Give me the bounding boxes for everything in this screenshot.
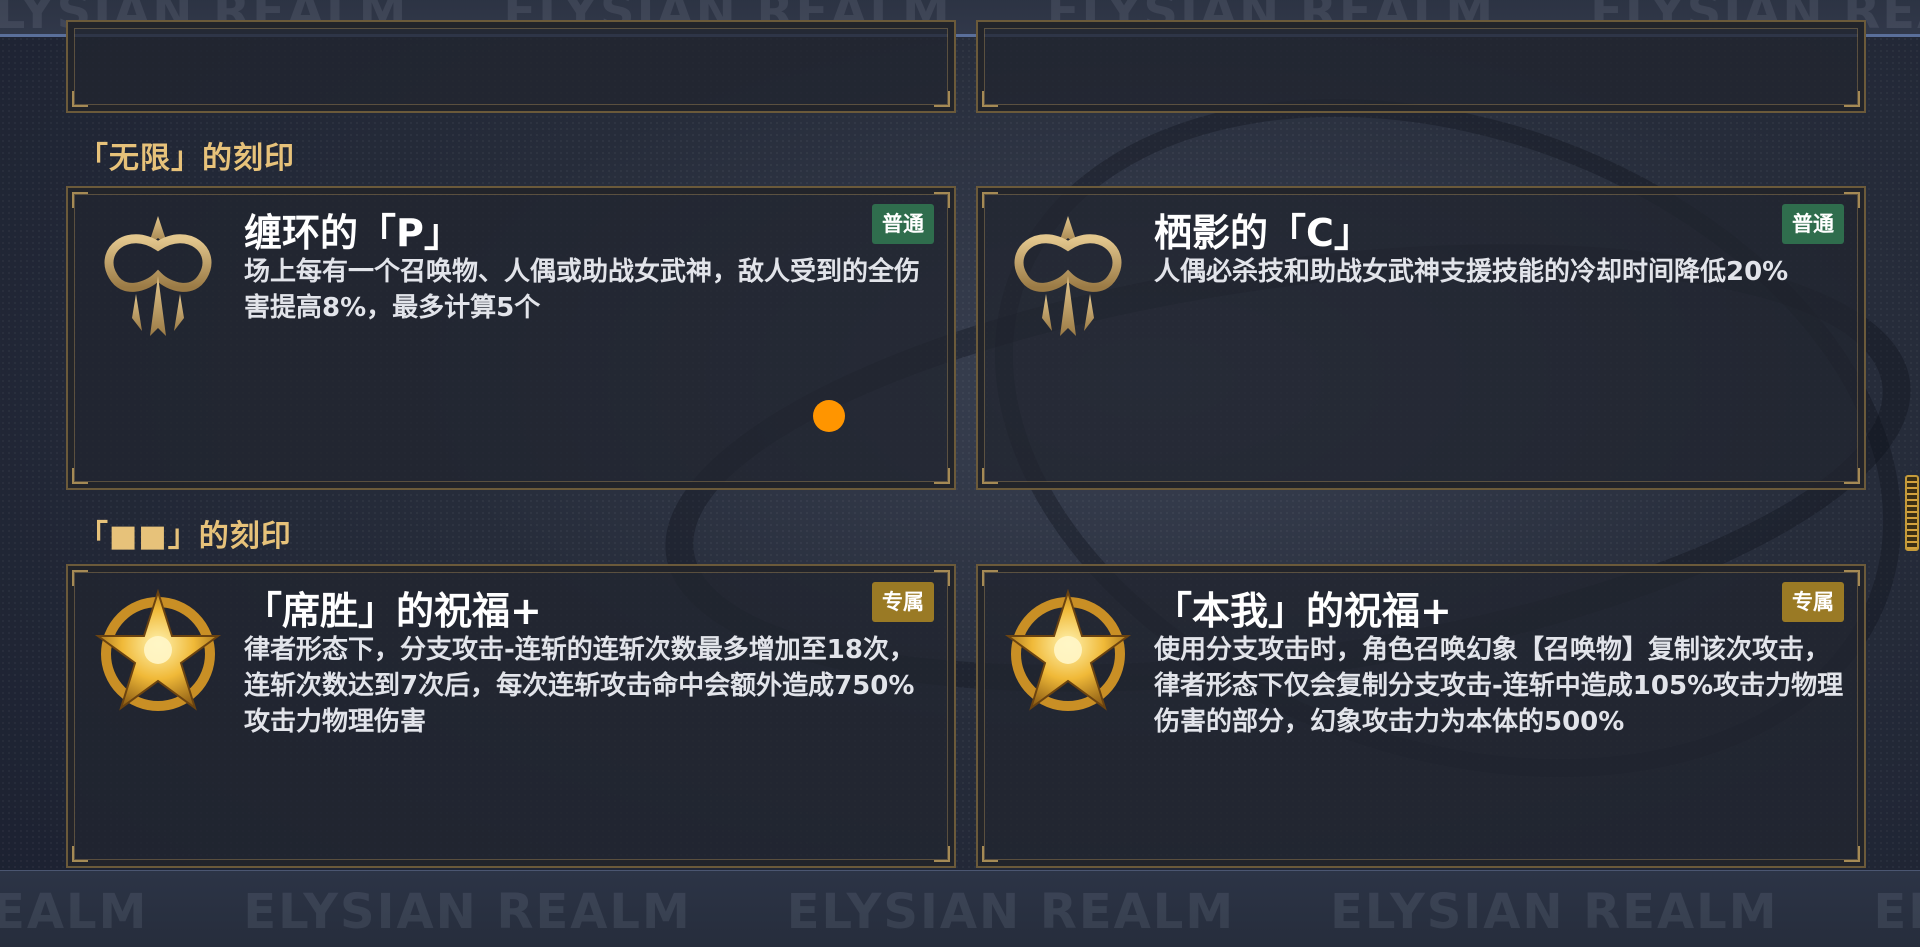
watermark-text: ELYSIAN REALM <box>1330 884 1779 940</box>
golden-star-sigil-icon <box>998 584 1138 724</box>
watermark-text: ELYSIAN REALM <box>243 884 692 940</box>
card-corner <box>72 570 88 586</box>
card-title: 栖影的「C」 <box>1154 211 1372 255</box>
infinity-sigil-icon <box>998 206 1138 346</box>
rarity-badge-exclusive: 专属 <box>872 582 934 622</box>
card-corner <box>72 846 88 862</box>
card-description: 场上每有一个召唤物、人偶或助战女武神，敌人受到的全伤害提高8%，最多计算5个 <box>244 257 921 323</box>
watermark-text: ELYSIAN REALM <box>786 884 1236 940</box>
card-corner <box>1844 91 1860 107</box>
section-title-infinity: 「无限」的刻印 <box>78 141 295 176</box>
card-blessing-benwo[interactable]: 「本我」的祝福+ 专属 使用分支攻击时，角色召唤幻象【召唤物】复制该次攻击，律者… <box>976 564 1866 868</box>
infinity-sigil-icon <box>88 206 228 346</box>
card-corner <box>72 91 88 107</box>
card-corner <box>934 846 950 862</box>
watermark-text: ELYSIAN REALM <box>1873 884 1920 940</box>
card-previous-right[interactable] <box>976 20 1866 113</box>
card-corner <box>1844 468 1860 484</box>
card-corner <box>1844 192 1860 208</box>
card-description: 律者形态下，分支攻击-连斩的连斩次数最多增加至18次，连斩次数达到7次后，每次连… <box>244 635 915 737</box>
card-description: 使用分支攻击时，角色召唤幻象【召唤物】复制该次攻击，律者形态下仅会复制分支攻击-… <box>1154 635 1844 737</box>
card-corner <box>72 192 88 208</box>
rarity-badge-exclusive: 专属 <box>1782 582 1844 622</box>
card-corner <box>982 570 998 586</box>
section-title-hidden: 「■■」的刻印 <box>78 519 292 554</box>
card-corner <box>982 846 998 862</box>
golden-star-sigil-icon <box>88 584 228 724</box>
rarity-badge-normal: 普通 <box>872 204 934 244</box>
card-corner <box>934 468 950 484</box>
card-corner <box>934 570 950 586</box>
card-corner <box>72 468 88 484</box>
card-imprint-c[interactable]: 栖影的「C」 普通 人偶必杀技和助战女武神支援技能的冷却时间降低20% <box>976 186 1866 490</box>
card-corner <box>982 91 998 107</box>
watermark-band-bottom: ELYSIAN REALM ELYSIAN REALM ELYSIAN REALM E… <box>0 870 1920 947</box>
card-blessing-xisheng[interactable]: 「席胜」的祝福+ 专属 律者形态下，分支攻击-连斩的连斩次数最多增加至18次，连… <box>66 564 956 868</box>
rarity-badge-normal: 普通 <box>1782 204 1844 244</box>
card-corner <box>982 192 998 208</box>
card-corner <box>982 468 998 484</box>
card-corner <box>1844 846 1860 862</box>
card-imprint-p[interactable]: 缠环的「P」 普通 场上每有一个召唤物、人偶或助战女武神，敌人受到的全伤害提高8… <box>66 186 956 490</box>
card-title: 缠环的「P」 <box>244 211 462 255</box>
watermark-text: ELYSIAN REALM <box>0 884 149 940</box>
card-corner <box>934 91 950 107</box>
scrollbar-handle[interactable] <box>1905 475 1919 551</box>
card-description: 人偶必杀技和助战女武神支援技能的冷却时间降低20% <box>1154 257 1789 287</box>
card-title: 「席胜」的祝福+ <box>244 589 542 633</box>
card-previous-left[interactable] <box>66 20 956 113</box>
card-title: 「本我」的祝福+ <box>1154 589 1452 633</box>
highlight-dot <box>813 400 845 432</box>
card-corner <box>1844 570 1860 586</box>
card-corner <box>934 192 950 208</box>
